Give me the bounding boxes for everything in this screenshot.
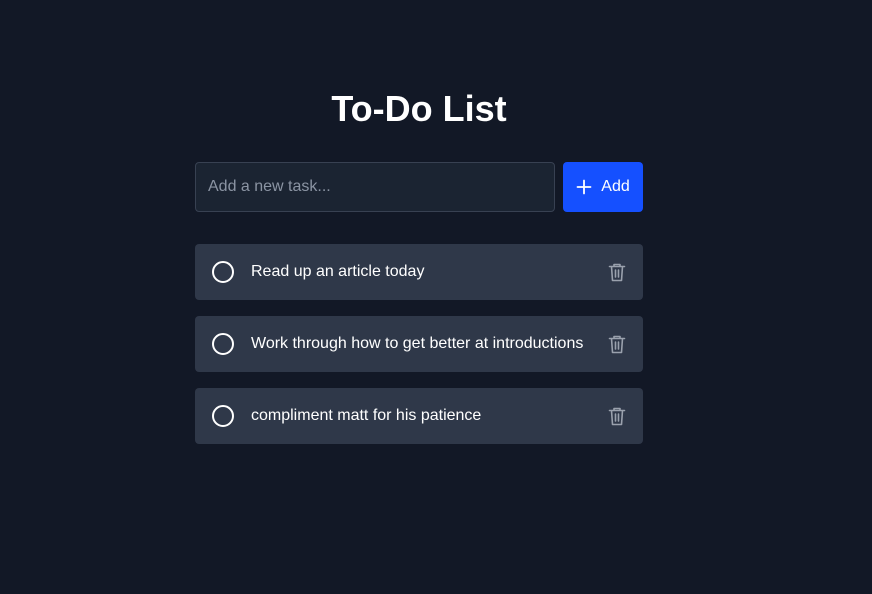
task-item: compliment matt for his patience [195, 388, 643, 444]
task-list: Read up an article today Work through ho… [195, 244, 643, 460]
task-item: Work through how to get better at introd… [195, 316, 643, 372]
task-text: Work through how to get better at introd… [251, 335, 584, 352]
trash-icon[interactable] [607, 262, 627, 282]
task-item: Read up an article today [195, 244, 643, 300]
add-task-form: Add [195, 162, 643, 212]
add-task-button[interactable]: Add [563, 162, 643, 212]
add-button-label: Add [601, 178, 630, 195]
task-text: compliment matt for his patience [251, 407, 482, 424]
task-text: Read up an article today [251, 263, 425, 280]
new-task-input[interactable] [195, 162, 555, 212]
complete-toggle[interactable] [212, 261, 234, 283]
complete-toggle[interactable] [212, 333, 234, 355]
trash-icon[interactable] [607, 334, 627, 354]
plus-icon [576, 179, 592, 195]
page-title: To-Do List [331, 88, 507, 129]
complete-toggle[interactable] [212, 405, 234, 427]
trash-icon[interactable] [607, 406, 627, 426]
